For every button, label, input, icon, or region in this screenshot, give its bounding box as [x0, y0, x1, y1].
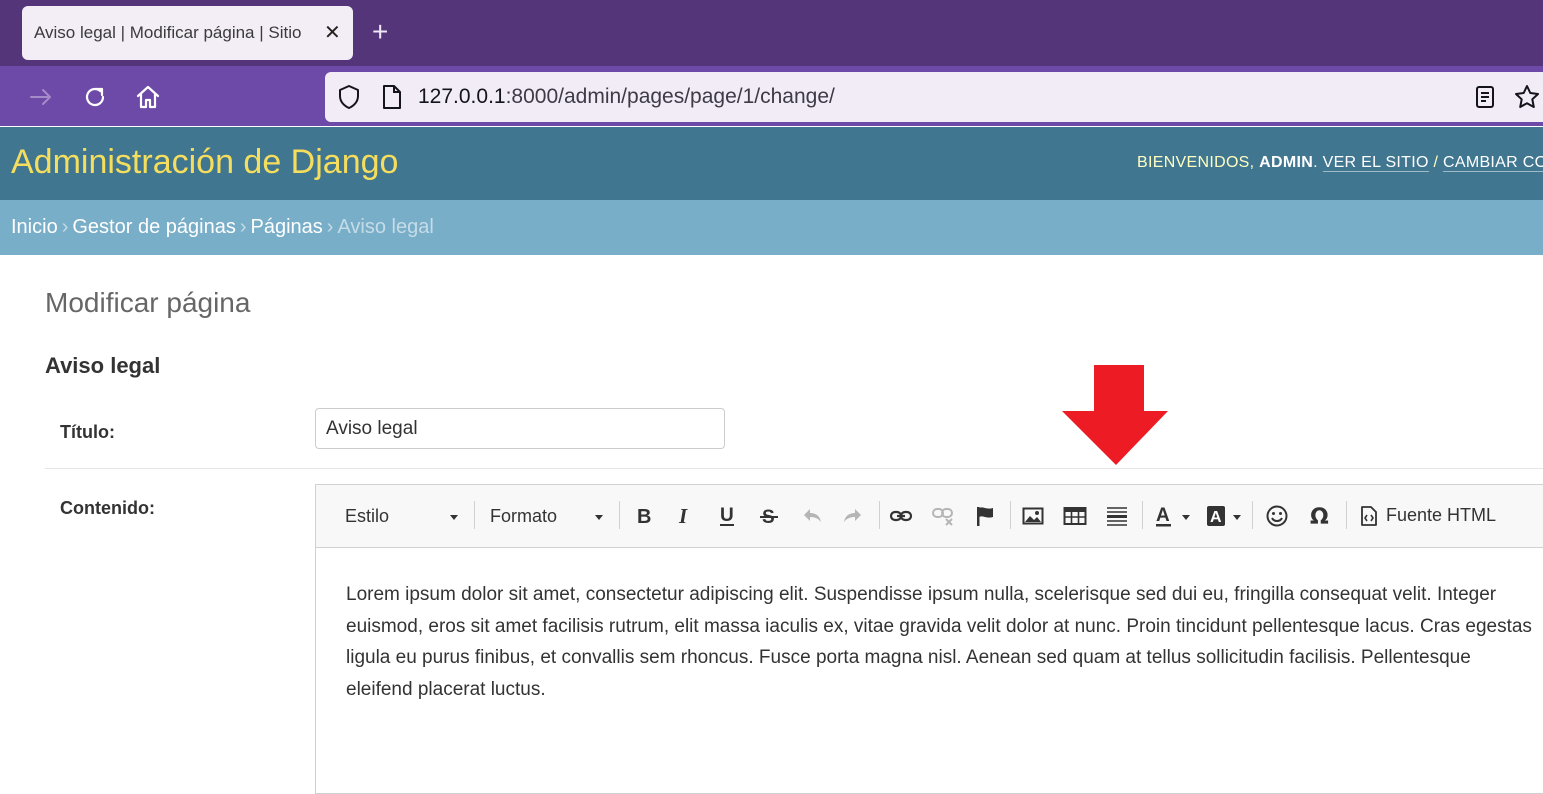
editor-content[interactable]: Lorem ipsum dolor sit amet, consectetur …: [346, 579, 1536, 705]
forward-icon[interactable]: [28, 84, 54, 110]
contenido-label: Contenido:: [60, 498, 155, 518]
reader-view-icon[interactable]: [1474, 85, 1496, 109]
reload-icon[interactable]: [82, 84, 108, 110]
svg-text:I: I: [678, 505, 688, 527]
username: ADMIN: [1259, 154, 1314, 171]
underline-icon[interactable]: U: [714, 503, 740, 529]
toolbar-separator: [1252, 501, 1253, 529]
source-button[interactable]: Fuente HTML: [1386, 505, 1496, 526]
toolbar-separator: [1142, 501, 1143, 529]
format-combo[interactable]: Formato: [490, 506, 557, 527]
toolbar-separator: [619, 501, 620, 529]
horizontal-rule-icon[interactable]: [1104, 503, 1130, 529]
view-site-link[interactable]: VER EL SITIO: [1322, 154, 1429, 172]
image-icon[interactable]: [1020, 503, 1046, 529]
shield-icon[interactable]: [337, 84, 361, 110]
rich-text-editor: Estilo Formato B I U S A A Ω Fuente HTML…: [315, 484, 1543, 794]
italic-icon[interactable]: I: [671, 503, 697, 529]
editor-toolbar: Estilo Formato B I U S A A Ω Fuente HTML: [316, 485, 1543, 548]
toolbar-separator: [1010, 501, 1011, 529]
home-icon[interactable]: [135, 84, 161, 110]
url-text[interactable]: 127.0.0.1:8000/admin/pages/page/1/change…: [418, 85, 835, 109]
row-divider: [45, 468, 1543, 469]
welcome-text: BIENVENIDOS,: [1137, 154, 1260, 171]
annotation-arrow-icon: [1062, 365, 1168, 465]
bg-color-dropdown-icon[interactable]: [1233, 515, 1241, 520]
change-password-link[interactable]: CAMBIAR CO: [1443, 154, 1543, 172]
browser-tab[interactable]: Aviso legal | Modificar página | Sitio ✕: [22, 6, 353, 60]
breadcrumb-separator: ›: [61, 216, 69, 238]
object-title: Aviso legal: [45, 353, 161, 378]
unlink-icon[interactable]: [930, 503, 956, 529]
strike-icon[interactable]: S: [756, 503, 782, 529]
text-color-dropdown-icon[interactable]: [1182, 515, 1190, 520]
period-text: .: [1313, 154, 1323, 171]
page-icon[interactable]: [381, 84, 403, 110]
breadcrumb-home[interactable]: Inicio: [11, 216, 58, 238]
redo-icon[interactable]: [840, 503, 866, 529]
breadcrumb: Inicio › Gestor de páginas › Páginas › Aviso l…: [11, 216, 434, 239]
text-color-icon[interactable]: A: [1153, 503, 1179, 529]
titulo-input[interactable]: [315, 408, 725, 449]
svg-text:A: A: [1210, 509, 1222, 526]
close-tab-icon[interactable]: ✕: [324, 23, 341, 43]
bookmark-star-icon[interactable]: [1513, 84, 1541, 110]
slash-text: /: [1428, 154, 1443, 171]
style-combo[interactable]: Estilo: [345, 506, 389, 527]
svg-text:B: B: [637, 506, 651, 527]
undo-icon[interactable]: [799, 503, 825, 529]
svg-text:U: U: [720, 505, 734, 526]
new-tab-icon[interactable]: +: [372, 18, 388, 46]
titulo-label: Título:: [60, 422, 115, 442]
svg-text:A: A: [1156, 505, 1170, 526]
link-icon[interactable]: [888, 503, 914, 529]
user-tools: BIENVENIDOS, ADMIN. VER EL SITIO / CAMBI…: [1137, 154, 1543, 172]
bold-icon[interactable]: B: [631, 503, 657, 529]
breadcrumb-separator: ›: [239, 216, 247, 238]
breadcrumb-model[interactable]: Páginas: [250, 216, 322, 238]
toolbar-separator: [879, 501, 880, 529]
source-icon[interactable]: [1356, 503, 1382, 529]
tab-title: Aviso legal | Modificar página | Sitio: [34, 23, 302, 42]
table-icon[interactable]: [1062, 503, 1088, 529]
format-dropdown-icon[interactable]: [595, 515, 603, 520]
svg-text:Ω: Ω: [1310, 505, 1329, 528]
page-title: Modificar página: [45, 287, 251, 318]
special-char-icon[interactable]: Ω: [1307, 503, 1333, 529]
anchor-icon[interactable]: [972, 503, 998, 529]
style-dropdown-icon[interactable]: [450, 515, 458, 520]
url-host: 127.0.0.1: [418, 85, 506, 108]
site-title[interactable]: Administración de Django: [11, 143, 398, 182]
breadcrumb-current: Aviso legal: [337, 216, 434, 238]
url-path: :8000/admin/pages/page/1/change/: [505, 85, 835, 108]
breadcrumb-separator: ›: [326, 216, 334, 238]
toolbar-separator: [474, 501, 475, 529]
breadcrumb-app[interactable]: Gestor de páginas: [72, 216, 235, 238]
toolbar-separator: [1346, 501, 1347, 529]
smiley-icon[interactable]: [1264, 503, 1290, 529]
bg-color-icon[interactable]: A: [1204, 503, 1230, 529]
